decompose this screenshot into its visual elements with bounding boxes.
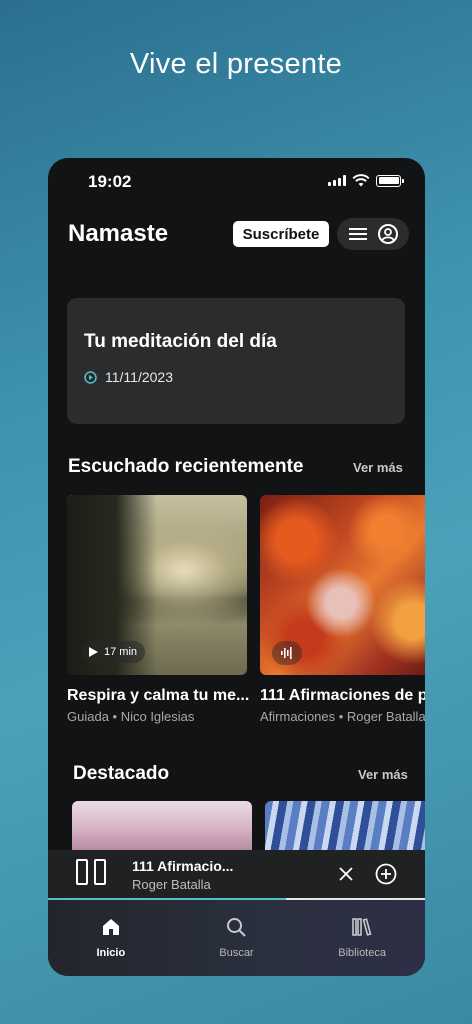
hamburger-menu-icon[interactable] bbox=[348, 226, 368, 242]
recent-see-more-link[interactable]: Ver más bbox=[353, 460, 403, 475]
tab-biblioteca[interactable]: Biblioteca bbox=[307, 916, 417, 959]
wifi-icon bbox=[352, 174, 370, 187]
menu-profile-pill bbox=[337, 218, 409, 250]
profile-icon[interactable] bbox=[377, 223, 399, 245]
subscribe-button[interactable]: Suscríbete bbox=[233, 221, 329, 247]
recent-section-title: Escuchado recientemente bbox=[68, 456, 304, 477]
promo-headline: Vive el presente bbox=[129, 48, 343, 80]
duration-badge: 17 min bbox=[81, 641, 146, 663]
recent-card-1[interactable]: 17 min Respira y calma tu me... Guiada •… bbox=[67, 495, 250, 724]
tab-bar: Inicio Buscar Biblioteca bbox=[48, 900, 425, 976]
play-icon bbox=[89, 647, 98, 657]
tab-buscar[interactable]: Buscar bbox=[181, 916, 291, 959]
featured-card-thumbnail[interactable] bbox=[265, 801, 425, 851]
status-bar: 19:02 bbox=[48, 158, 425, 204]
recent-card-subtitle: Guiada • Nico Iglesias bbox=[67, 709, 195, 724]
audio-wave-icon bbox=[272, 641, 302, 665]
recent-card-title: Respira y calma tu me... bbox=[67, 687, 250, 704]
recent-card-title: 111 Afirmaciones de p bbox=[260, 687, 425, 704]
featured-card-thumbnail[interactable] bbox=[72, 801, 252, 851]
tab-label: Inicio bbox=[96, 947, 126, 959]
tab-label: Biblioteca bbox=[338, 947, 386, 959]
daily-meditation-card[interactable]: Tu meditación del día 11/11/2023 bbox=[67, 298, 405, 424]
duration-label: 17 min bbox=[104, 646, 138, 658]
tab-label: Buscar bbox=[219, 947, 254, 959]
status-icons bbox=[328, 174, 404, 187]
daily-meditation-date: 11/11/2023 bbox=[105, 369, 173, 385]
pause-button[interactable] bbox=[76, 859, 106, 885]
home-icon bbox=[102, 919, 119, 935]
tab-inicio[interactable]: Inicio bbox=[56, 916, 166, 959]
featured-section-title: Destacado bbox=[73, 763, 170, 784]
mini-player-artist: Roger Batalla bbox=[132, 877, 211, 892]
featured-see-more-link[interactable]: Ver más bbox=[358, 767, 408, 782]
mini-player[interactable]: 111 Afirmacio... Roger Batalla bbox=[48, 850, 425, 900]
close-icon[interactable] bbox=[338, 866, 354, 882]
phone-screen: 19:02 Namaste Suscríbete Tu meditación d… bbox=[48, 158, 425, 976]
library-icon bbox=[352, 918, 372, 936]
recent-card-thumbnail: 17 min bbox=[67, 495, 247, 675]
mini-player-title: 111 Afirmacio... bbox=[132, 858, 234, 874]
recent-card-2[interactable]: 111 Afirmaciones de p Afirmaciones • Rog… bbox=[260, 495, 425, 724]
recent-card-thumbnail bbox=[260, 495, 425, 675]
status-time: 19:02 bbox=[88, 172, 132, 191]
battery-icon bbox=[376, 174, 404, 187]
app-title: Namaste bbox=[68, 220, 169, 247]
add-circle-icon[interactable] bbox=[375, 863, 397, 885]
search-icon bbox=[227, 918, 247, 937]
recent-card-subtitle: Afirmaciones • Roger Batalla bbox=[260, 709, 425, 724]
cellular-signal-icon bbox=[328, 175, 346, 186]
daily-meditation-title: Tu meditación del día bbox=[84, 331, 277, 352]
play-circle-icon bbox=[84, 371, 97, 384]
